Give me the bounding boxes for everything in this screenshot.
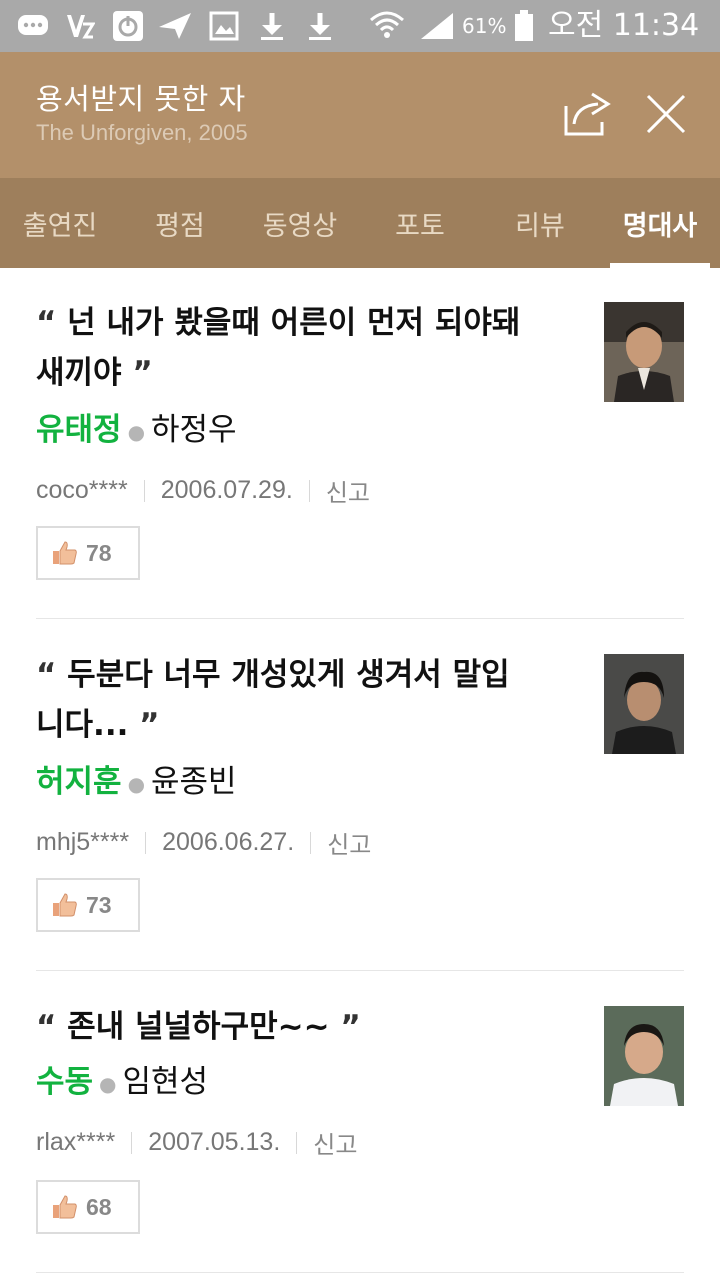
list-item: “ 두분다 너무 개성있게 생겨서 말입 니다... ” 허지훈 ● 윤종빈 mhj… xyxy=(36,620,684,970)
quote-line: 새끼야 xyxy=(36,355,122,391)
list-item: “ 넌 내가 봤을때 어른이 먼저 되야돼 새끼야 ” 유태정 ● 하정우 coco… xyxy=(36,268,684,618)
post-date: 2006.07.29. xyxy=(160,476,293,504)
report-link[interactable]: 신고 xyxy=(327,825,371,860)
like-count: 68 xyxy=(86,1193,112,1220)
quote-text: “ 존내 널널하구만~~ ” xyxy=(36,1002,586,1052)
close-quote-mark: ” xyxy=(139,707,160,743)
download-icon xyxy=(304,9,336,43)
like-count: 78 xyxy=(86,539,112,566)
actor-portrait xyxy=(604,1006,684,1106)
open-quote-mark: “ xyxy=(36,657,57,693)
role-name[interactable]: 허지훈 xyxy=(36,764,122,800)
post-date: 2006.06.27. xyxy=(162,828,295,856)
page-subtitle: The Unforgiven, 2005 xyxy=(36,120,248,145)
user-id: coco**** xyxy=(36,476,128,504)
quote-line: 니다... xyxy=(36,707,129,743)
meta-separator xyxy=(310,831,312,854)
meta-line: mhj5**** 2006.06.27. 신고 xyxy=(36,825,371,860)
download-icon xyxy=(256,9,288,43)
tab-cast[interactable]: 출연진 xyxy=(0,178,120,268)
power-notification-icon xyxy=(110,9,146,43)
wifi-icon xyxy=(368,9,406,43)
signal-icon xyxy=(418,9,456,43)
user-id: mhj5**** xyxy=(36,828,130,856)
tab-video[interactable]: 동영상 xyxy=(240,178,360,268)
like-button[interactable]: 73 xyxy=(36,878,140,932)
meta-separator xyxy=(143,479,145,502)
actor-photo[interactable] xyxy=(604,302,684,402)
close-button[interactable] xyxy=(644,92,688,136)
actor-name[interactable]: 임현성 xyxy=(123,1064,209,1100)
tab-rating[interactable]: 평점 xyxy=(120,178,240,268)
meta-separator xyxy=(296,1131,298,1154)
actor-photo[interactable] xyxy=(604,1006,684,1106)
close-quote-mark: ” xyxy=(132,355,153,391)
tab-famous-lines[interactable]: 명대사 xyxy=(600,178,720,268)
list-item: “ 존내 널널하구만~~ ” 수동 ● 임현성 rlax**** 2007.05.1… xyxy=(36,972,684,1272)
quote-text: “ 두분다 너무 개성있게 생겨서 말입 니다... ” xyxy=(36,650,586,750)
thumbs-up-icon xyxy=(53,541,77,565)
quote-line: 두분다 너무 개성있게 생겨서 말입 xyxy=(67,657,510,693)
page-title: 용서받지 못한 자 xyxy=(36,82,246,116)
list-divider xyxy=(36,1272,684,1273)
like-button[interactable]: 78 xyxy=(36,526,140,580)
tab-photo[interactable]: 포토 xyxy=(360,178,480,268)
app-notification-icon xyxy=(64,9,96,43)
open-quote-mark: “ xyxy=(36,305,57,341)
meta-separator xyxy=(131,1131,133,1154)
actor-portrait xyxy=(604,654,684,754)
movie-header: 용서받지 못한 자 The Unforgiven, 2005 xyxy=(0,52,720,178)
user-id: rlax**** xyxy=(36,1128,116,1156)
meta-separator xyxy=(308,479,310,502)
role-name[interactable]: 수동 xyxy=(36,1064,93,1100)
like-button[interactable]: 68 xyxy=(36,1180,140,1234)
tab-review[interactable]: 리뷰 xyxy=(480,178,600,268)
meta-line: rlax**** 2007.05.13. 신고 xyxy=(36,1125,357,1160)
report-link[interactable]: 신고 xyxy=(326,473,370,508)
dot-separator: ● xyxy=(127,419,146,444)
post-date: 2007.05.13. xyxy=(148,1128,281,1156)
role-actor-line: 수동 ● 임현성 xyxy=(36,1060,208,1106)
thumbs-up-icon xyxy=(53,893,77,917)
meta-separator xyxy=(145,831,147,854)
dot-separator: ● xyxy=(127,771,146,796)
like-count: 73 xyxy=(86,891,112,918)
share-button[interactable] xyxy=(562,90,614,138)
chat-notification-icon xyxy=(16,9,50,43)
actor-portrait xyxy=(604,302,684,402)
role-name[interactable]: 유태정 xyxy=(36,412,122,448)
tab-bar: 출연진 평점 동영상 포토 리뷰 명대사 xyxy=(0,178,720,268)
thumbs-up-icon xyxy=(53,1195,77,1219)
actor-photo[interactable] xyxy=(604,654,684,754)
image-notification-icon xyxy=(208,9,240,43)
role-actor-line: 유태정 ● 하정우 xyxy=(36,408,237,454)
list-divider xyxy=(36,618,684,619)
actor-name[interactable]: 윤종빈 xyxy=(151,764,237,800)
role-actor-line: 허지훈 ● 윤종빈 xyxy=(36,760,237,806)
battery-percent: 61% xyxy=(462,14,507,38)
list-divider xyxy=(36,970,684,971)
dot-separator: ● xyxy=(99,1071,117,1096)
quote-text: “ 넌 내가 봤을때 어른이 먼저 되야돼 새끼야 ” xyxy=(36,298,586,398)
open-quote-mark: “ xyxy=(36,1009,57,1045)
report-link[interactable]: 신고 xyxy=(313,1125,357,1160)
quote-line: 존내 널널하구만~~ xyxy=(67,1009,330,1045)
close-quote-mark: ” xyxy=(340,1009,361,1045)
share-icon xyxy=(564,92,611,136)
meta-line: coco**** 2006.07.29. 신고 xyxy=(36,473,370,508)
status-bar: 61% 오전 11:34 xyxy=(0,0,720,52)
quote-line: 넌 내가 봤을때 어른이 먼저 되야돼 xyxy=(67,305,521,341)
close-icon xyxy=(646,94,686,134)
actor-name[interactable]: 하정우 xyxy=(151,412,237,448)
send-notification-icon xyxy=(156,9,194,43)
clock: 오전 11:34 xyxy=(548,8,700,43)
battery-icon xyxy=(512,9,536,43)
